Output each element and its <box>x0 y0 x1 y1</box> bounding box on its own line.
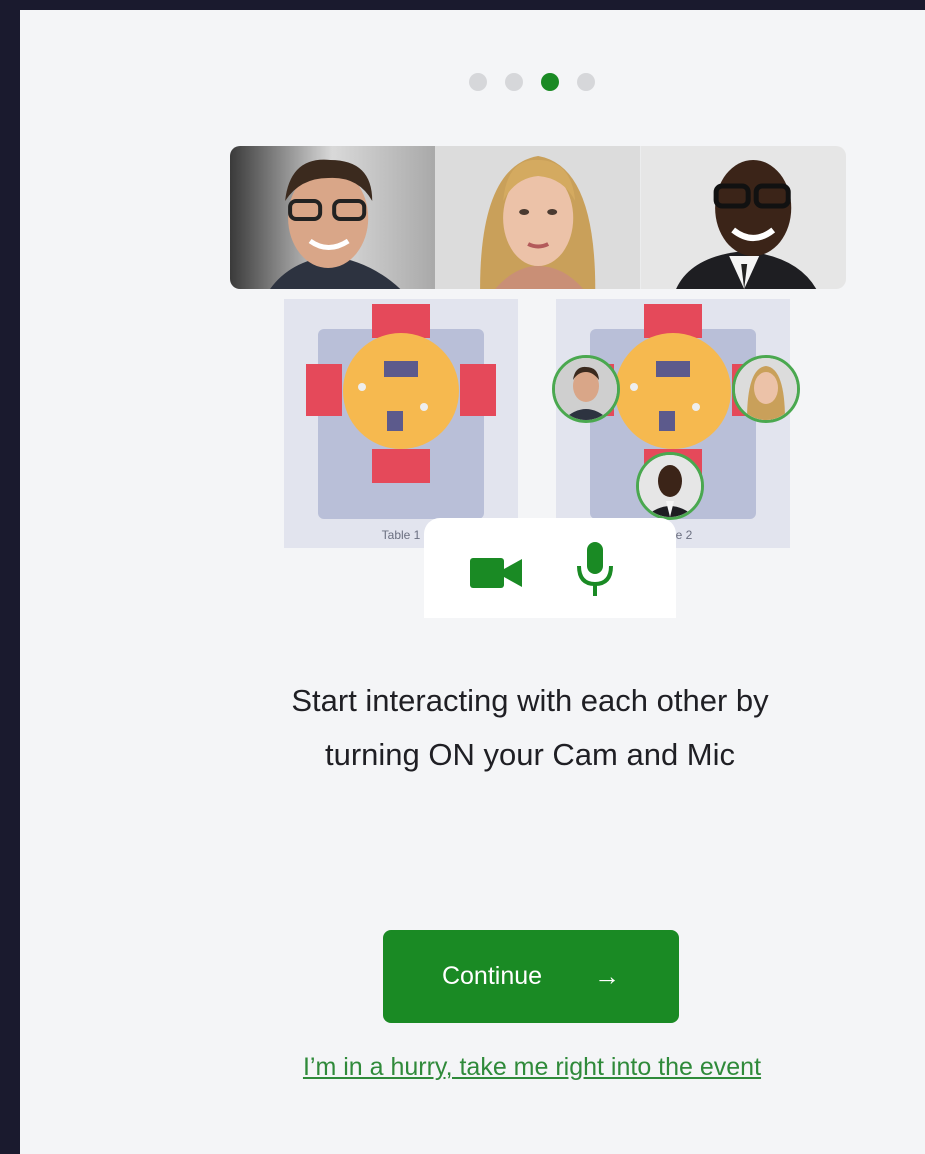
table-2-seat-avatar-right[interactable] <box>732 355 800 423</box>
continue-button[interactable]: Continue → <box>383 930 679 1023</box>
video-participants-strip <box>230 146 846 289</box>
headline-line-2: turning ON your Cam and Mic <box>324 737 736 772</box>
headline-text: Start interacting with each other by tur… <box>200 674 860 782</box>
participant-video-1 <box>230 146 436 289</box>
table-2-seat-avatar-bottom[interactable] <box>636 452 704 520</box>
participant-video-2 <box>435 146 641 289</box>
step-dot-2[interactable] <box>505 73 523 91</box>
media-controls <box>424 518 676 618</box>
arrow-right-icon: → <box>594 961 621 991</box>
table-2-seat-avatar-left[interactable] <box>552 355 620 423</box>
step-dot-4[interactable] <box>577 73 595 91</box>
continue-button-label: Continue <box>441 962 543 990</box>
step-indicator <box>469 73 595 91</box>
participant-video-3 <box>640 146 846 289</box>
table-1-card[interactable]: Table 1 <box>284 299 518 548</box>
camera-icon[interactable] <box>470 556 522 595</box>
skip-to-event-link[interactable]: I’m in a hurry, take me right into the e… <box>200 1053 864 1082</box>
step-dot-3-active[interactable] <box>541 73 559 91</box>
step-dot-1[interactable] <box>469 73 487 91</box>
microphone-icon[interactable] <box>574 542 616 603</box>
onboarding-panel: Table 1 Table 2 Start i <box>20 10 925 1154</box>
headline-line-1: Start interacting with each other by <box>291 683 769 718</box>
